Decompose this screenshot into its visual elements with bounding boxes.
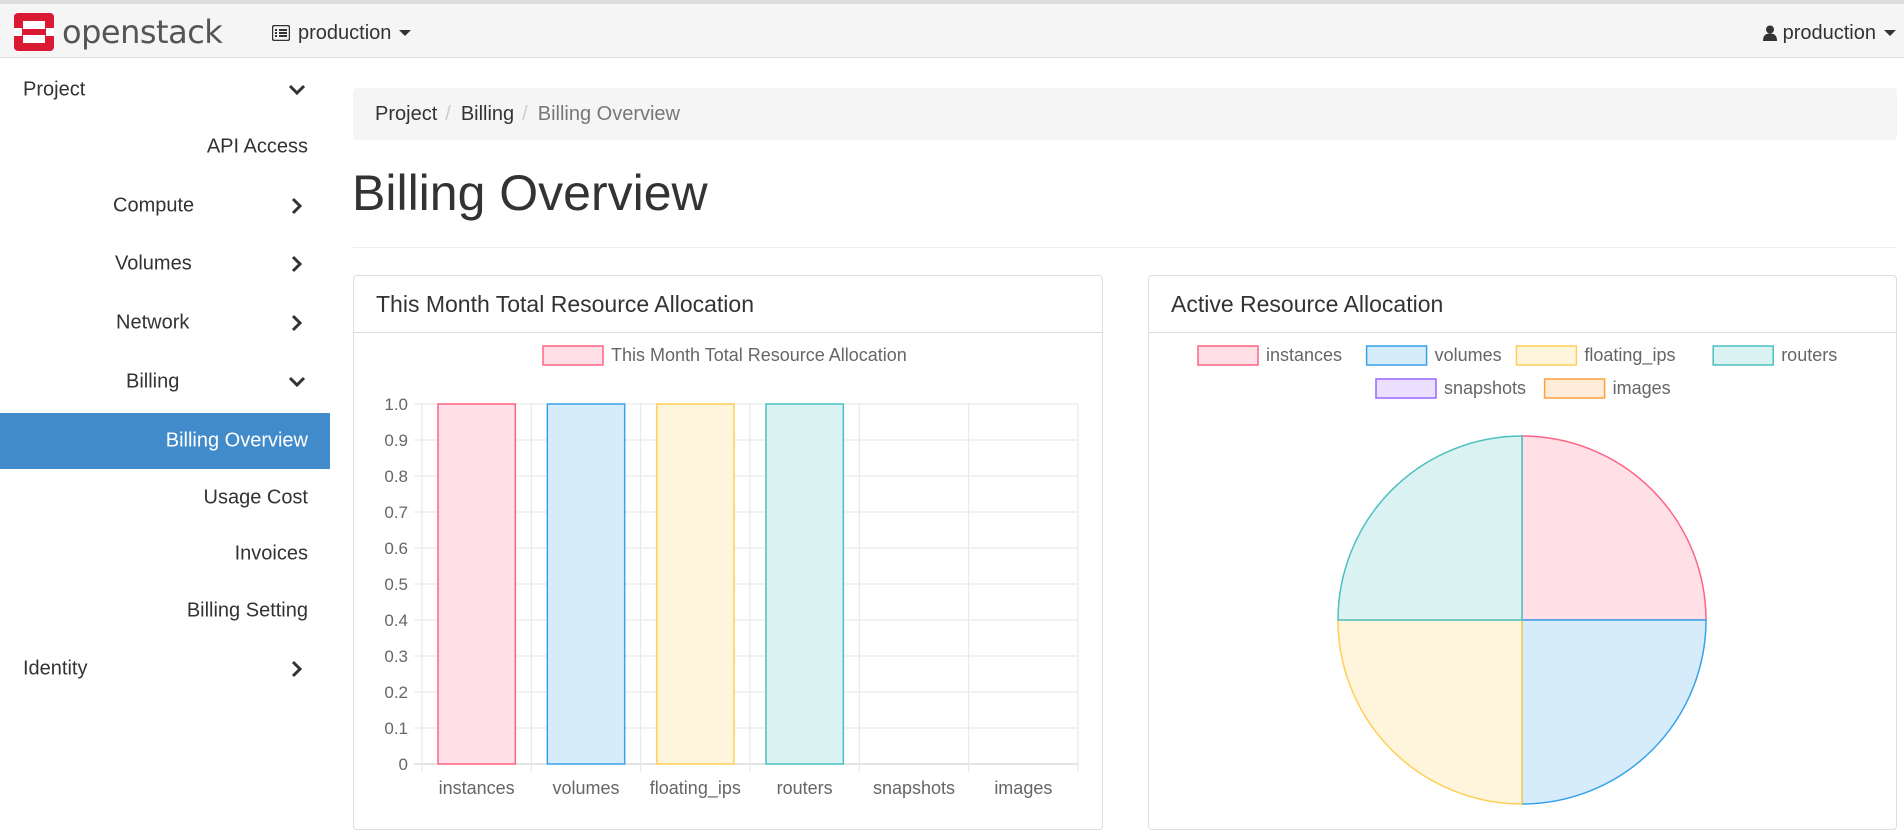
legend-swatch (542, 345, 604, 366)
legend-label: volumes (1435, 345, 1502, 365)
brand-name: openstack (62, 13, 223, 51)
pie-slice (1337, 435, 1523, 621)
pie-slice (1521, 435, 1707, 621)
chevron-right-icon (291, 197, 303, 215)
legend-label: This Month Total Resource Allocation (611, 345, 907, 365)
y-tick-label: 0.9 (384, 431, 408, 450)
y-tick-label: 0.4 (384, 611, 408, 630)
title-divider (353, 247, 1897, 248)
sidebar-item-volumes[interactable]: Volumes (0, 236, 330, 292)
y-tick-label: 0 (399, 755, 408, 774)
y-tick-label: 1.0 (384, 395, 408, 414)
pie-slice (1521, 619, 1707, 805)
chevron-down-icon (288, 376, 306, 388)
sidebar-item-billing[interactable]: Billing (0, 354, 330, 410)
legend-swatch (1515, 345, 1578, 366)
sidebar-item-billing-setting[interactable]: Billing Setting (0, 583, 330, 639)
current-project: production (298, 21, 392, 44)
chart-legend: This Month Total Resource Allocation (542, 345, 907, 366)
legend-swatch (1712, 345, 1774, 366)
project-switcher[interactable]: production (272, 18, 412, 48)
legend-label: instances (1266, 345, 1342, 365)
legend-swatch (1365, 345, 1428, 366)
y-tick-label: 0.1 (384, 719, 408, 738)
caret-down-icon (1884, 30, 1896, 36)
sidebar-item-label: Compute (113, 194, 195, 217)
breadcrumb-project[interactable]: Project (375, 103, 437, 126)
legend-swatch (1197, 345, 1259, 366)
sidebar-item-usage-cost[interactable]: Usage Cost (0, 470, 330, 526)
user-name: production (1782, 21, 1876, 44)
sidebar-item-label: Invoices (234, 542, 308, 565)
x-tick-label: floating_ips (650, 778, 741, 799)
panel-title: This Month Total Resource Allocation (354, 276, 1102, 333)
user-icon (1762, 25, 1777, 41)
sidebar: Project API Access Compute Volumes Netwo… (0, 59, 330, 835)
sidebar-item-api-access[interactable]: API Access (0, 119, 330, 175)
breadcrumb-current: Billing Overview (537, 102, 680, 125)
pie-slice (1337, 619, 1523, 805)
sidebar-item-billing-overview[interactable]: Billing Overview (0, 413, 330, 469)
y-tick-label: 0.2 (384, 683, 408, 702)
sidebar-item-label: Identity (23, 657, 88, 680)
chevron-right-icon (291, 660, 303, 678)
sidebar-item-project[interactable]: Project (0, 62, 330, 118)
x-tick-label: instances (439, 778, 515, 798)
bar-chart: This Month Total Resource Allocation 1.0 0… (384, 345, 1079, 799)
sidebar-item-label: Usage Cost (203, 486, 309, 509)
breadcrumb: Project / Billing / Billing Overview (353, 88, 1897, 140)
sidebar-item-label: API Access (206, 135, 308, 158)
bar (546, 403, 626, 765)
y-tick-label: 0.5 (384, 575, 408, 594)
chevron-down-icon (288, 84, 306, 96)
bar (765, 403, 845, 765)
legend-swatch (1543, 378, 1606, 399)
chart-legend: instances volumes floating_ips routers snaps… (1197, 345, 1837, 399)
sidebar-item-identity[interactable]: Identity (0, 641, 330, 697)
legend-label: snapshots (1444, 378, 1526, 398)
sidebar-item-compute[interactable]: Compute (0, 178, 330, 234)
sidebar-item-label: Project (23, 78, 86, 101)
bar (655, 403, 735, 765)
panel-title: Active Resource Allocation (1149, 276, 1896, 333)
brand-logo[interactable]: openstack (14, 12, 223, 52)
breadcrumb-billing[interactable]: Billing (461, 103, 514, 126)
bar (437, 403, 517, 765)
x-tick-label: snapshots (873, 778, 955, 798)
panel-active-allocation: Active Resource Allocation instances volu… (1148, 275, 1897, 830)
legend-label: routers (1781, 345, 1837, 365)
x-tick-label: images (994, 778, 1052, 798)
y-tick-label: 0.6 (384, 539, 408, 558)
openstack-logo-icon (14, 13, 54, 51)
sidebar-item-label: Billing (126, 370, 180, 393)
panel-month-allocation: This Month Total Resource Allocation Thi… (353, 275, 1103, 830)
y-tick-label: 0.7 (384, 503, 408, 522)
sidebar-item-invoices[interactable]: Invoices (0, 526, 330, 582)
chevron-right-icon (291, 255, 303, 273)
legend-label: floating_ips (1584, 345, 1675, 366)
sidebar-item-label: Volumes (115, 252, 192, 275)
sidebar-item-network[interactable]: Network (0, 295, 330, 351)
breadcrumb-separator: / (522, 102, 528, 125)
sidebar-item-label: Network (116, 311, 190, 334)
legend-swatch (1375, 378, 1437, 399)
page-title: Billing Overview (352, 165, 708, 221)
chevron-right-icon (291, 314, 303, 332)
legend-label: images (1613, 378, 1671, 398)
pie-chart: instances volumes floating_ips routers snaps… (1197, 345, 1837, 805)
y-tick-label: 0.8 (384, 467, 408, 486)
x-tick-label: volumes (552, 778, 619, 798)
project-list-icon (272, 25, 290, 41)
x-tick-label: routers (777, 778, 833, 798)
caret-down-icon (399, 30, 412, 36)
user-menu[interactable]: production (1762, 18, 1896, 48)
y-tick-label: 0.3 (384, 647, 408, 666)
breadcrumb-separator: / (445, 102, 451, 125)
top-navbar: openstack production production (0, 0, 1904, 58)
sidebar-item-label: Billing Overview (165, 429, 308, 452)
sidebar-item-label: Billing Setting (186, 599, 308, 622)
